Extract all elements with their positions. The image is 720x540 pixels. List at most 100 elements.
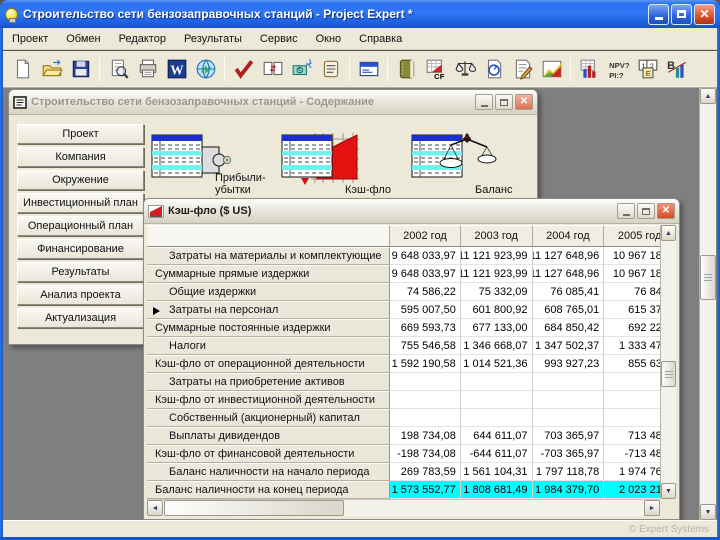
- cell-r0-c1[interactable]: 11 121 923,99: [461, 247, 533, 265]
- cell-r7-c1[interactable]: [461, 373, 533, 391]
- close-button[interactable]: ✕: [694, 4, 715, 25]
- scroll-thumb[interactable]: [164, 500, 344, 516]
- cell-r6-c1[interactable]: 1 014 521,36: [461, 355, 533, 373]
- edit-report-icon[interactable]: [509, 56, 536, 83]
- row-label[interactable]: Суммарные постоянные издержки: [147, 319, 390, 337]
- table-vertical-scrollbar[interactable]: ▲ ▼: [660, 225, 676, 499]
- row-label[interactable]: Суммарные прямые издержки: [147, 265, 390, 283]
- cashflow-table-icon[interactable]: CF: [422, 56, 449, 83]
- detail-bars-icon[interactable]: [576, 56, 603, 83]
- cashflow-maximize-button[interactable]: [637, 203, 655, 219]
- cell-r8-c0[interactable]: [390, 391, 461, 409]
- breakeven-icon[interactable]: B: [663, 56, 690, 83]
- sidebar-item-3[interactable]: Инвестиционный план: [17, 193, 144, 213]
- cell-r12-c1[interactable]: 1 561 104,31: [461, 463, 533, 481]
- notes-icon[interactable]: [317, 56, 344, 83]
- cell-r7-c2[interactable]: [533, 373, 605, 391]
- menu-item-5[interactable]: Окно: [307, 30, 351, 48]
- column-header-0[interactable]: 2002 год: [390, 225, 461, 247]
- report-icon[interactable]: [480, 56, 507, 83]
- cell-r2-c0[interactable]: 74 586,22: [390, 283, 461, 301]
- contents-close-button[interactable]: ✕: [515, 94, 533, 110]
- cell-r5-c2[interactable]: 1 347 502,37: [533, 337, 605, 355]
- scroll-left-button[interactable]: ◄: [147, 500, 163, 516]
- row-label[interactable]: Затраты на материалы и комплектующие: [147, 247, 390, 265]
- shortcut-cash-flow[interactable]: Кэш-фло: [281, 131, 403, 197]
- scroll-up-button[interactable]: ▲: [661, 225, 676, 241]
- scroll-right-button[interactable]: ►: [644, 500, 660, 516]
- chart-icon[interactable]: [538, 56, 565, 83]
- cell-r8-c1[interactable]: [461, 391, 533, 409]
- npv-indicators-icon[interactable]: NPV?PI:?: [605, 56, 632, 83]
- dialog-list-icon[interactable]: [355, 56, 382, 83]
- row-label[interactable]: Затраты на приобретение активов: [147, 373, 390, 391]
- cell-r11-c1[interactable]: -644 611,07: [461, 445, 533, 463]
- notebook-icon[interactable]: [393, 56, 420, 83]
- cell-r13-c0[interactable]: 1 573 552,77: [390, 481, 461, 499]
- menu-item-4[interactable]: Сервис: [251, 30, 307, 48]
- row-label[interactable]: Кэш-фло от инвестиционной деятельности: [147, 391, 390, 409]
- cell-r11-c0[interactable]: -198 734,08: [390, 445, 461, 463]
- cell-r10-c0[interactable]: 198 734,08: [390, 427, 461, 445]
- cell-r4-c2[interactable]: 684 850,42: [533, 319, 605, 337]
- print-preview-icon[interactable]: [105, 56, 132, 83]
- cell-r13-c1[interactable]: 1 808 681,49: [461, 481, 533, 499]
- row-label[interactable]: Затраты на персонал: [147, 301, 390, 319]
- cell-r3-c1[interactable]: 601 800,92: [461, 301, 533, 319]
- cell-r13-c2[interactable]: 1 984 379,70: [533, 481, 605, 499]
- new-project-icon[interactable]: [9, 56, 36, 83]
- menu-item-1[interactable]: Обмен: [57, 30, 109, 48]
- menu-item-6[interactable]: Справка: [350, 30, 411, 48]
- column-header-1[interactable]: 2003 год: [461, 225, 533, 247]
- cashflow-close-button[interactable]: ✕: [657, 203, 675, 219]
- scroll-up-button[interactable]: ▲: [700, 88, 716, 104]
- cell-r12-c2[interactable]: 1 797 118,78: [533, 463, 605, 481]
- cell-r3-c0[interactable]: 595 007,50: [390, 301, 461, 319]
- sidebar-item-4[interactable]: Операционный план: [17, 216, 144, 236]
- contents-maximize-button[interactable]: [495, 94, 513, 110]
- scroll-down-button[interactable]: ▼: [700, 504, 716, 520]
- row-label[interactable]: Баланс наличности на конец периода: [147, 481, 390, 499]
- row-label[interactable]: Собственный (акционерный) капитал: [147, 409, 390, 427]
- row-label[interactable]: Выплаты дивидендов: [147, 427, 390, 445]
- cell-r0-c2[interactable]: 11 127 648,96: [533, 247, 605, 265]
- print-icon[interactable]: [134, 56, 161, 83]
- cell-r6-c2[interactable]: 993 927,23: [533, 355, 605, 373]
- cell-r12-c0[interactable]: 269 783,59: [390, 463, 461, 481]
- table-horizontal-scrollbar[interactable]: ◄ ►: [147, 499, 660, 516]
- cell-r0-c0[interactable]: 9 648 033,97: [390, 247, 461, 265]
- shortcut-profit-loss[interactable]: Прибыли-убытки: [151, 131, 273, 197]
- cell-r5-c1[interactable]: 1 346 668,07: [461, 337, 533, 355]
- open-project-icon[interactable]: [38, 56, 65, 83]
- save-icon[interactable]: [67, 56, 94, 83]
- sidebar-item-6[interactable]: Результаты: [17, 262, 144, 282]
- cell-r7-c0[interactable]: [390, 373, 461, 391]
- workspace-vertical-scrollbar[interactable]: ▲ ▼: [699, 88, 716, 520]
- sidebar-item-1[interactable]: Компания: [17, 147, 144, 167]
- maximize-button[interactable]: [671, 4, 692, 25]
- sidebar-item-0[interactable]: Проект: [17, 124, 144, 144]
- sidebar-item-5[interactable]: Финансирование: [17, 239, 144, 259]
- cell-r11-c2[interactable]: -703 365,97: [533, 445, 605, 463]
- menu-item-3[interactable]: Результаты: [175, 30, 251, 48]
- exchange-icon[interactable]: [259, 56, 286, 83]
- what-if-icon[interactable]: 12E: [634, 56, 661, 83]
- cell-r1-c2[interactable]: 11 127 648,96: [533, 265, 605, 283]
- scroll-thumb[interactable]: [661, 361, 676, 387]
- sidebar-item-8[interactable]: Актуализация: [17, 308, 144, 328]
- cell-r3-c2[interactable]: 608 765,01: [533, 301, 605, 319]
- menu-item-2[interactable]: Редактор: [110, 30, 175, 48]
- cell-r10-c1[interactable]: 644 611,07: [461, 427, 533, 445]
- sidebar-item-2[interactable]: Окружение: [17, 170, 144, 190]
- column-header-2[interactable]: 2004 год: [533, 225, 605, 247]
- cell-r10-c2[interactable]: 703 365,97: [533, 427, 605, 445]
- cell-r1-c1[interactable]: 11 121 923,99: [461, 265, 533, 283]
- word-export-icon[interactable]: W: [163, 56, 190, 83]
- check-data-icon[interactable]: [230, 56, 257, 83]
- cell-r1-c0[interactable]: 9 648 033,97: [390, 265, 461, 283]
- cell-r4-c0[interactable]: 669 593,73: [390, 319, 461, 337]
- cell-r5-c0[interactable]: 755 546,58: [390, 337, 461, 355]
- scroll-thumb[interactable]: [700, 255, 716, 300]
- minimize-button[interactable]: [648, 4, 669, 25]
- web-publish-icon[interactable]: [192, 56, 219, 83]
